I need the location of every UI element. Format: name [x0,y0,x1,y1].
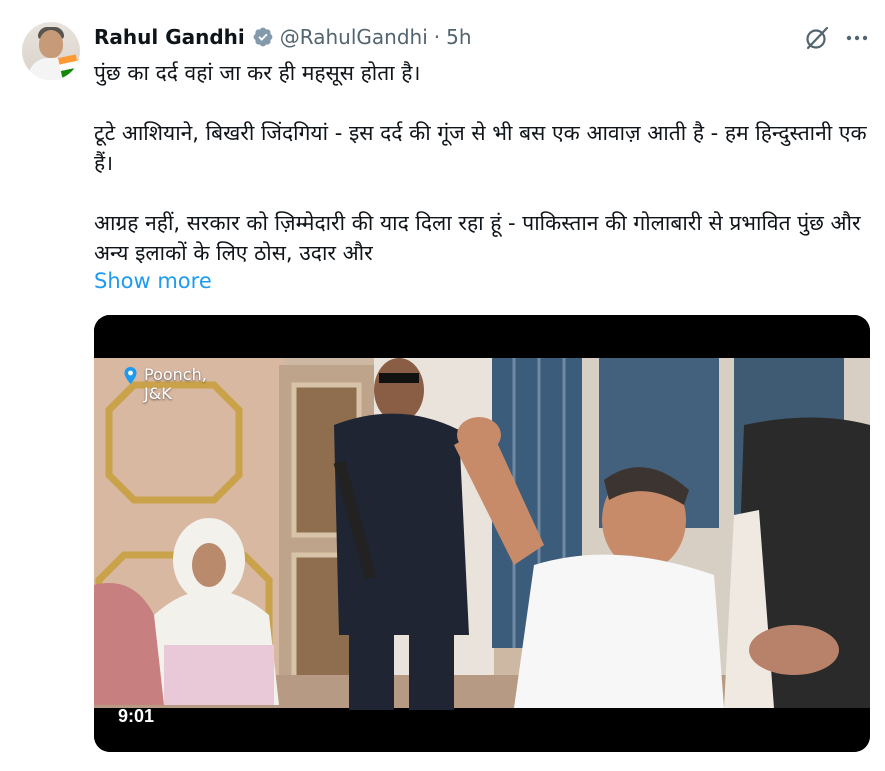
show-more-link[interactable]: Show more [94,266,212,296]
tweet-text: पुंछ का दर्द वहां जा कर ही महसूस होता है… [94,58,870,268]
avatar[interactable] [22,22,80,80]
video-thumbnail [94,315,870,752]
video-player[interactable]: Poonch, J&K 9:01 [94,315,870,752]
tweet-time[interactable]: 5h [446,25,471,49]
tweet-paragraph: पुंछ का दर्द वहां जा कर ही महसूस होता है… [94,61,421,85]
video-location-label: Poonch, J&K [144,365,207,403]
separator-dot: · [433,25,441,49]
grok-icon[interactable] [804,25,830,51]
location-line-2: J&K [144,384,172,403]
tweet-header: Rahul Gandhi @RahulGandhi · 5h [94,22,472,52]
author-handle[interactable]: @RahulGandhi [280,25,428,49]
location-line-1: Poonch, [144,365,207,384]
video-duration: 9:01 [118,706,155,726]
tweet-paragraph: टूटे आशियाने, बिखरी जिंदगियां - इस दर्द … [94,121,867,175]
verified-badge-icon[interactable] [252,26,274,48]
author-name[interactable]: Rahul Gandhi [94,25,245,49]
avatar-face [39,30,63,58]
location-pin-icon [124,367,137,384]
more-options-icon[interactable] [845,27,869,49]
tweet-paragraph: आग्रह नहीं, सरकार को ज़िम्मेदारी की याद … [94,211,861,265]
avatar-flag [58,54,80,78]
